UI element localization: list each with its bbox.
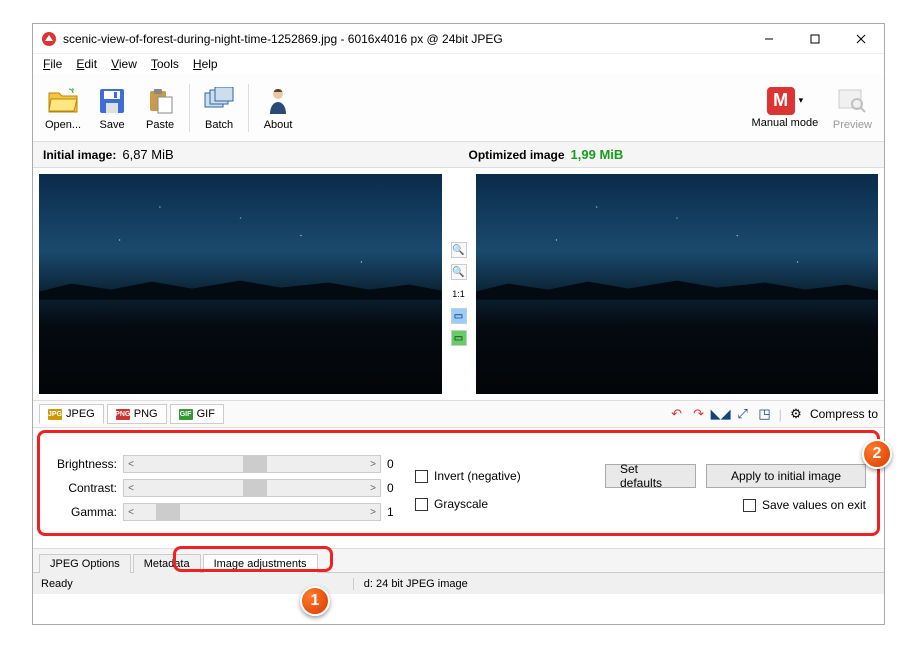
menu-tools[interactable]: Tools [145,56,185,72]
contrast-label: Contrast: [45,481,117,495]
status-info: d: 24 bit JPEG image [353,578,468,590]
initial-image-preview [39,174,442,394]
brightness-value: 0 [387,457,405,471]
folder-open-icon [47,85,79,117]
optimized-image-panel[interactable] [470,168,885,400]
gamma-value: 1 [387,505,405,519]
checkbox-group: Invert (negative) Grayscale [415,465,595,511]
manual-mode-button[interactable]: M ▾ Manual mode [745,85,825,131]
image-compare-row: 🔍 🔍 1:1 ▭ ▭ [33,168,884,400]
brightness-label: Brightness: [45,457,117,471]
window-title: scenic-view-of-forest-during-night-time-… [63,32,746,46]
menu-view[interactable]: View [105,56,143,72]
clipboard-icon [144,85,176,117]
tab-jpeg[interactable]: JPGJPEG [39,404,104,424]
menu-file[interactable]: File [37,56,68,72]
annotation-badge-1: 1 [300,586,330,616]
status-bar: Ready d: 24 bit JPEG image [33,572,884,594]
gamma-slider[interactable]: <> [123,503,381,521]
initial-image-panel[interactable] [33,168,448,400]
save-on-exit-checkbox[interactable]: Save values on exit [743,498,866,512]
close-button[interactable] [838,24,884,54]
toolbar: Open... Save Paste Batch About M ▾ Manua… [33,74,884,142]
menubar: File Edit View Tools Help [33,54,884,74]
zoom-out-icon[interactable]: 🔍 [451,264,467,280]
contrast-value: 0 [387,481,405,495]
right-tools: ↶ ↷ ◣◢ ⤢ ◳ | ⚙ Compress to [669,406,878,422]
resize-icon[interactable]: ⤢ [735,406,751,422]
gear-icon[interactable]: ⚙ [788,406,804,422]
optimized-image-preview [476,174,879,394]
manual-mode-icon: M [767,87,795,115]
tab-image-adjustments[interactable]: Image adjustments [203,554,318,573]
about-button[interactable]: About [255,83,301,133]
grayscale-checkbox[interactable]: Grayscale [415,497,595,511]
batch-button[interactable]: Batch [196,83,242,133]
bottom-tabs: JPEG Options Metadata Image adjustments [33,548,884,572]
zoom-tools: 🔍 🔍 1:1 ▭ ▭ [448,168,470,400]
adjustments-panel: Brightness: <> 0 Contrast: <> 0 Gamma: <… [33,428,884,548]
zoom-in-icon[interactable]: 🔍 [451,242,467,258]
initial-image-label: Initial image: [43,148,116,162]
optimized-image-label: Optimized image [469,148,565,162]
annotation-badge-2: 2 [862,439,892,469]
crop-icon[interactable]: ◳ [757,406,773,422]
undo-icon[interactable]: ↶ [669,406,685,422]
thumb-icon[interactable]: ▭ [451,330,467,346]
floppy-icon [96,85,128,117]
toolbar-separator [189,84,190,132]
batch-icon [203,85,235,117]
sliders-group: Brightness: <> 0 Contrast: <> 0 Gamma: <… [45,455,405,521]
preview-button[interactable]: Preview [827,83,878,133]
format-tab-row: JPGJPEG PNGPNG GIFGIF ↶ ↷ ◣◢ ⤢ ◳ | ⚙ Com… [33,400,884,428]
app-icon [41,31,57,47]
person-icon [262,85,294,117]
window-controls [746,24,884,54]
tab-gif[interactable]: GIFGIF [170,404,224,424]
app-window: scenic-view-of-forest-during-night-time-… [32,23,885,625]
invert-checkbox[interactable]: Invert (negative) [415,469,595,483]
tab-metadata[interactable]: Metadata [133,554,201,573]
zoom-1to1-button[interactable]: 1:1 [451,286,467,302]
magnifier-icon [836,85,868,117]
tab-png[interactable]: PNGPNG [107,404,167,424]
status-ready: Ready [41,578,73,590]
set-defaults-button[interactable]: Set defaults [605,464,696,488]
apply-to-initial-button[interactable]: Apply to initial image [706,464,866,488]
redo-icon[interactable]: ↷ [691,406,707,422]
minimize-button[interactable] [746,24,792,54]
compress-to-label[interactable]: Compress to [810,407,878,421]
flip-h-icon[interactable]: ◣◢ [713,406,729,422]
initial-image-size: 6,87 MiB [122,147,173,162]
contrast-slider[interactable]: <> [123,479,381,497]
toolbar-separator [248,84,249,132]
tab-jpeg-options[interactable]: JPEG Options [39,554,131,573]
save-button[interactable]: Save [89,83,135,133]
menu-help[interactable]: Help [187,56,224,72]
paste-button[interactable]: Paste [137,83,183,133]
optimized-image-size: 1,99 MiB [571,147,624,162]
brightness-slider[interactable]: <> [123,455,381,473]
fit-icon[interactable]: ▭ [451,308,467,324]
dropdown-arrow-icon: ▾ [799,95,804,106]
info-bar: Initial image: 6,87 MiB Optimized image … [33,142,884,168]
menu-edit[interactable]: Edit [70,56,103,72]
gamma-label: Gamma: [45,505,117,519]
titlebar: scenic-view-of-forest-during-night-time-… [33,24,884,54]
maximize-button[interactable] [792,24,838,54]
open-button[interactable]: Open... [39,83,87,133]
